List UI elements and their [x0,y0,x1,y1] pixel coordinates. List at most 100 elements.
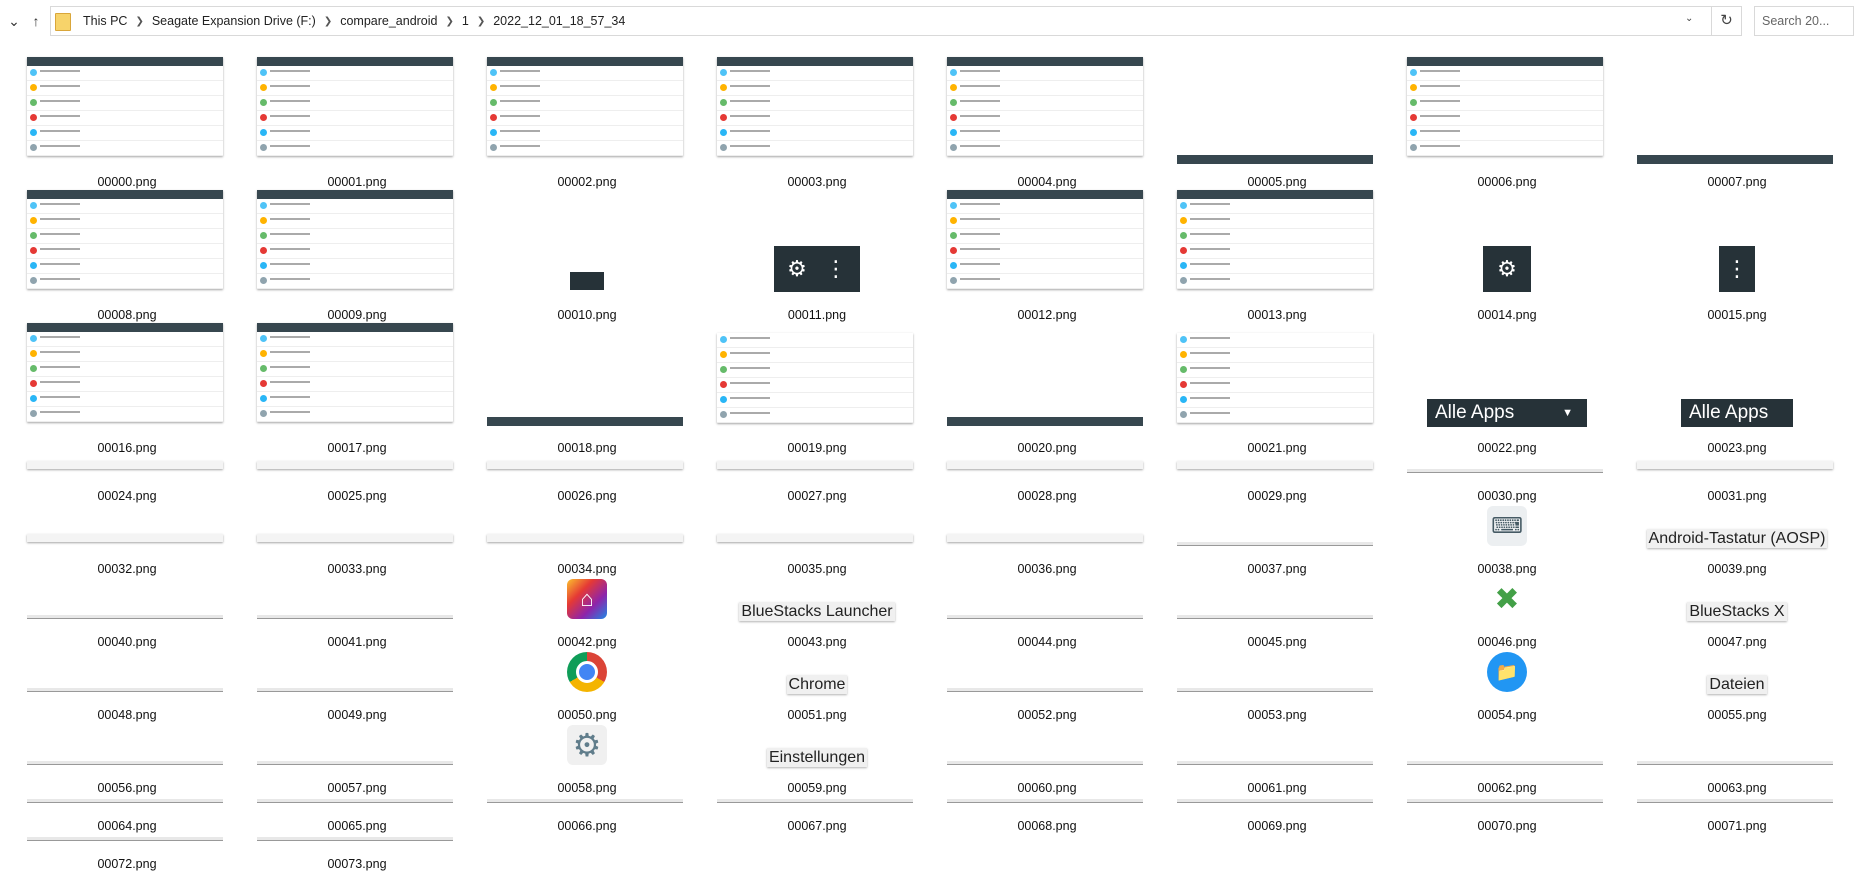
file-name: 00023.png [1707,441,1767,455]
thumbnail-preview [947,190,1143,289]
thumbnail-preview [257,534,453,542]
file-name: 00058.png [557,781,617,795]
gear-icon: ⚙ [1497,256,1517,281]
file-name: 00022.png [1477,441,1537,455]
thumbnail-preview [27,837,223,841]
thumbnail-preview: Alle Apps [1681,399,1793,427]
file-name: 00038.png [1477,562,1537,576]
file-name: 00052.png [1017,708,1077,722]
file-name: 00062.png [1477,781,1537,795]
thumb-text: Dateien [1707,675,1767,694]
thumbnail-preview [27,799,223,803]
thumbnail-preview [1177,461,1373,469]
file-name: 00049.png [327,708,387,722]
file-name: 00061.png [1247,781,1307,795]
thumbnail-preview [717,333,913,423]
thumbnail-preview [1407,799,1603,803]
thumbnail-preview [257,837,453,841]
settings-icon: ⚙ [567,725,607,765]
file-name: 00017.png [327,441,387,455]
thumbnail-preview [1177,799,1373,803]
thumbnail-preview [947,615,1143,619]
file-name: 00000.png [97,175,157,189]
file-name: 00016.png [97,441,157,455]
file-name: 00021.png [1247,441,1307,455]
thumbnail-preview [717,461,913,469]
thumbnail-preview [257,323,453,422]
file-name: 00010.png [557,308,617,322]
thumbnail-preview [570,272,604,290]
thumbnail-preview [487,534,683,542]
file-name: 00039.png [1707,562,1767,576]
thumbnail-preview [257,461,453,469]
home-icon: ⌂ [567,579,607,619]
file-name: 00069.png [1247,819,1307,833]
thumbnail-preview: Dateien [1637,675,1837,694]
thumbnail-preview [257,688,453,692]
file-name: 00050.png [557,708,617,722]
thumbnail-preview: ⋮ [1719,246,1755,292]
thumbnail-preview [257,799,453,803]
file-name: 00011.png [787,308,847,322]
thumbnail-preview [947,534,1143,542]
thumb-text: BlueStacks X [1687,602,1787,621]
file-name: 00064.png [97,819,157,833]
thumbnail-preview: Alle Apps ▼ [1427,399,1587,427]
thumbnail-preview [947,688,1143,692]
thumbnail-preview [1637,155,1833,164]
file-name: 00045.png [1247,635,1307,649]
file-name: 00048.png [97,708,157,722]
thumbnail-preview: Chrome [717,675,917,694]
thumbnail-preview [1637,761,1833,765]
file-name: 00043.png [787,635,847,649]
thumbnail-preview [1177,615,1373,619]
thumb-text: Chrome [786,675,848,694]
file-name: 00008.png [97,308,157,322]
more-vert-icon: ⋮ [824,256,847,281]
thumbnail-preview [27,761,223,765]
thumbnail-preview [257,190,453,289]
file-name: 00027.png [787,489,847,503]
file-name: 00060.png [1017,781,1077,795]
file-name: 00072.png [97,857,157,871]
file-name: 00031.png [1707,489,1767,503]
file-name: 00041.png [327,635,387,649]
thumbnail-preview [1177,333,1373,423]
file-name: 00036.png [1017,562,1077,576]
file-name: 00007.png [1707,175,1767,189]
file-name: 00073.png [327,857,387,871]
file-name: 00012.png [1017,308,1077,322]
thumbnail-preview [717,534,913,542]
file-name: 00002.png [557,175,617,189]
thumbnail-preview [1177,761,1373,765]
thumbnail-preview [1177,190,1373,289]
thumbnail-preview [27,190,223,289]
thumbnail-preview [27,534,223,542]
thumbnail-preview [487,799,683,803]
file-name: 00024.png [97,489,157,503]
file-name: 00044.png [1017,635,1077,649]
more-vert-icon: ⋮ [1726,256,1748,281]
thumbnail-preview [487,417,683,426]
file-name: 00025.png [327,489,387,503]
thumbnail-preview [1637,461,1833,469]
chrome-icon [567,652,607,692]
dropdown-arrow-icon: ▼ [1562,407,1573,419]
file-name: 00018.png [557,441,617,455]
file-name: 00029.png [1247,489,1307,503]
file-name: 00034.png [557,562,617,576]
thumb-text: Android-Tastatur (AOSP) [1646,529,1828,548]
file-name: 00015.png [1707,308,1767,322]
thumbnail-preview [1407,469,1603,473]
keyboard-icon: ⌨ [1487,506,1527,546]
thumbnail-preview: BlueStacks Launcher [717,602,917,621]
gear-icon: ⚙ [787,256,807,281]
file-name: 00006.png [1477,175,1537,189]
file-name: 00040.png [97,635,157,649]
file-name: 00070.png [1477,819,1537,833]
file-name: 00065.png [327,819,387,833]
file-name: 00013.png [1247,308,1307,322]
thumbnail-preview: BlueStacks X [1637,602,1837,621]
bluestacks-x-icon: ✖ [1487,579,1527,619]
file-name: 00033.png [327,562,387,576]
